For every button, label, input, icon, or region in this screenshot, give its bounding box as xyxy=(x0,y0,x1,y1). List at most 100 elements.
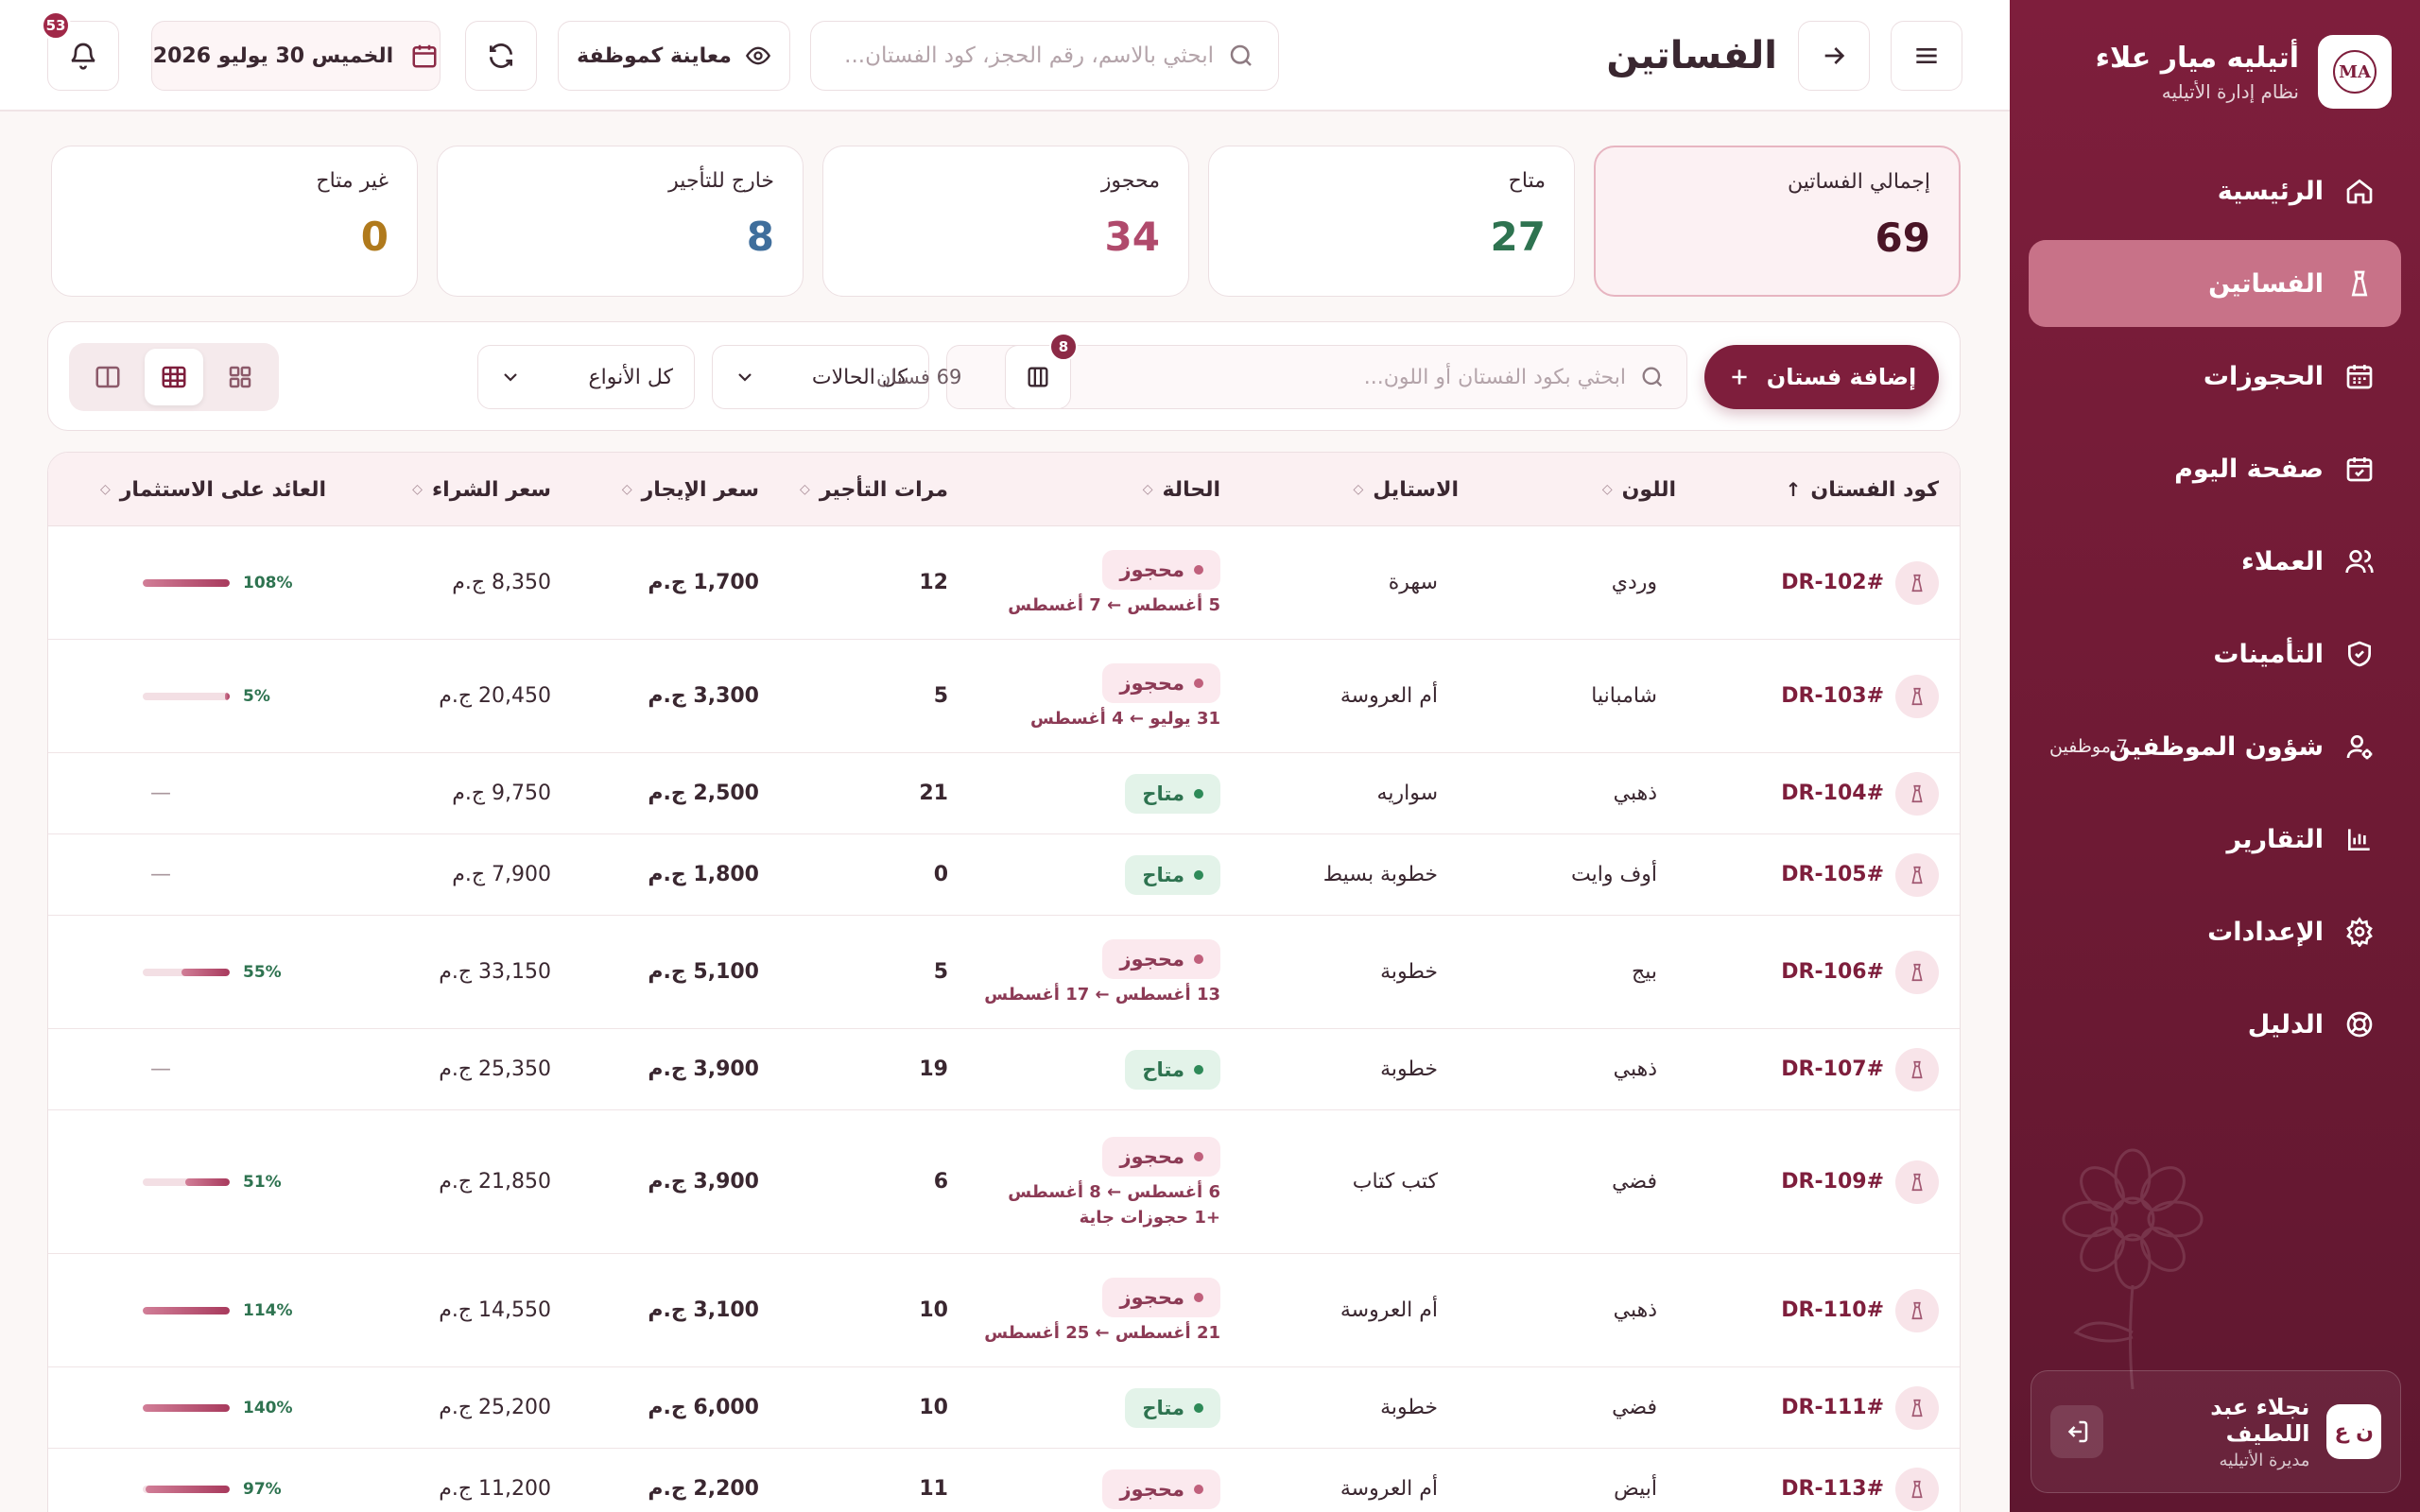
split-view-button[interactable] xyxy=(78,349,137,405)
status-dot xyxy=(1194,679,1203,688)
sidebar-item-7[interactable]: التقارير xyxy=(2029,796,2401,883)
stat-card[interactable]: غير متاح 0 xyxy=(51,146,418,297)
dress-thumbnail xyxy=(1895,950,1939,994)
style-cell: أم العروسة xyxy=(1340,1298,1438,1322)
stat-card[interactable]: خارج للتأجير 8 xyxy=(437,146,804,297)
date-label: الخميس 30 يوليو 2026 xyxy=(152,43,394,68)
sidebar-item-label: شؤون الموظفين xyxy=(2108,731,2324,762)
sidebar-item-0[interactable]: الرئيسية xyxy=(2029,147,2401,234)
preview-as-employee-button[interactable]: معاينة كموظفة xyxy=(558,21,790,91)
column-header[interactable]: سعر الإيجار ◇ xyxy=(622,453,759,526)
brand-name: أتيليه ميار علاء xyxy=(2095,41,2299,75)
color-cell: بيج xyxy=(1632,960,1657,984)
sidebar-item-9[interactable]: الدليل xyxy=(2029,981,2401,1068)
sidebar-item-3[interactable]: صفحة اليوم xyxy=(2029,425,2401,512)
column-header[interactable]: العائد على الاستثمار ◇ xyxy=(100,453,326,526)
rentals-cell: 6 xyxy=(933,1170,948,1194)
sort-icon: ◇ xyxy=(1142,482,1153,497)
purchase-price-cell: 20,450 ج.م xyxy=(439,684,551,708)
roi-empty: — xyxy=(150,863,171,886)
table-row[interactable]: #DR-111 فضي خطوبة متاح 10 6,000 ج.م 25,200 ج.م… xyxy=(48,1367,1960,1449)
status-label: محجوز xyxy=(1119,1144,1184,1168)
status-dot xyxy=(1194,869,1203,880)
dress-thumbnail xyxy=(1895,852,1939,897)
sort-icon: ◇ xyxy=(1601,482,1613,497)
forward-button[interactable] xyxy=(1798,21,1870,91)
table-body: #DR-102 وردي سهرة محجوز 5 أغسطس ← 7 أغسطس 12 1… xyxy=(48,526,1960,1512)
split-panel-icon xyxy=(95,366,120,388)
column-header[interactable]: سعر الشراء ◇ xyxy=(412,453,551,526)
search-icon xyxy=(1230,44,1252,66)
add-dress-button[interactable]: إضافة فستان xyxy=(1704,345,1939,409)
columns-button[interactable]: 8 xyxy=(1005,333,1078,409)
dress-icon xyxy=(1911,1399,1923,1417)
sidebar-item-1[interactable]: الفساتين xyxy=(2029,240,2401,327)
table-row[interactable]: #DR-106 بيج خطوبة محجوز 13 أغسطس ← 17 أغسطس 5… xyxy=(48,916,1960,1029)
refresh-button[interactable] xyxy=(465,21,537,91)
code-cell: #DR-107 xyxy=(1695,1029,1960,1109)
brand-subtitle: نظام إدارة الأتيليه xyxy=(2161,79,2299,103)
notifications-button[interactable]: 53 xyxy=(41,10,119,91)
rentals-cell: 5 xyxy=(933,960,948,984)
status-badge: محجوز xyxy=(1102,939,1220,979)
rentals-cell: 10 xyxy=(919,1298,948,1322)
status-badge: محجوز xyxy=(1102,1278,1220,1317)
stat-value: 69 xyxy=(1875,215,1930,261)
column-header-label: مرات التأجير xyxy=(819,477,948,502)
column-header-label: العائد على الاستثمار xyxy=(119,477,326,502)
sidebar-item-8[interactable]: الإعدادات xyxy=(2029,888,2401,975)
stat-card[interactable]: إجمالي الفساتين 69 xyxy=(1594,146,1961,297)
table-row[interactable]: #DR-110 ذهبي أم العروسة محجوز 21 أغسطس ← 25 … xyxy=(48,1254,1960,1367)
menu-button[interactable] xyxy=(1891,21,1962,91)
table-row[interactable]: #DR-103 شامبانيا أم العروسة محجوز 31 يوليو ←… xyxy=(48,640,1960,753)
brand[interactable]: MA أتيليه ميار علاء نظام إدارة الأتيليه xyxy=(2096,34,2392,110)
table-row[interactable]: #DR-102 وردي سهرة محجوز 5 أغسطس ← 7 أغسطس 12 1… xyxy=(48,526,1960,640)
sidebar-item-6[interactable]: شؤون الموظفين 7 موظفين xyxy=(2029,703,2401,790)
dress-icon xyxy=(1911,784,1923,802)
status-cell: محجوز 5 أغسطس ← 7 أغسطس xyxy=(975,526,1220,639)
table-view-button[interactable] xyxy=(145,349,203,405)
sidebar-item-4[interactable]: العملاء xyxy=(2029,518,2401,605)
dress-code: #DR-110 xyxy=(1781,1298,1884,1322)
status-badge: محجوز xyxy=(1102,550,1220,590)
user-gear-icon xyxy=(2346,735,2373,760)
column-header-label: اللون xyxy=(1621,477,1676,502)
color-cell: ذهبي xyxy=(1613,1057,1657,1081)
global-search-input[interactable]: ابحثي بالاسم، رقم الحجز، كود الفستان... xyxy=(810,21,1279,91)
column-header[interactable]: الاستايل ◇ xyxy=(1354,453,1459,526)
roi-cell: 5% xyxy=(143,640,270,752)
sort-asc-icon: ↑ xyxy=(1785,478,1802,501)
purchase-price-cell: 25,200 ج.م xyxy=(439,1396,551,1419)
table-row[interactable]: #DR-109 فضي كتب كتاب محجوز 6 أغسطس ← 8 أغسطس… xyxy=(48,1110,1960,1254)
column-header[interactable]: الحالة ◇ xyxy=(1143,453,1220,526)
type-filter-value: كل الأنواع xyxy=(588,365,673,389)
table-row[interactable]: #DR-104 ذهبي سواريه متاح 21 2,500 ج.م 9,750 ج.… xyxy=(48,753,1960,834)
stat-card[interactable]: محجوز 34 xyxy=(822,146,1189,297)
table-row[interactable]: #DR-113 أبيض أم العروسة محجوز 11 2,200 ج.م 11,… xyxy=(48,1449,1960,1512)
rent-price-cell: 1,800 ج.م xyxy=(648,863,759,886)
status-label: متاح xyxy=(1142,782,1184,805)
roi-cell: 140% xyxy=(143,1367,293,1448)
status-dot xyxy=(1194,1151,1203,1161)
style-cell: خطوبة xyxy=(1380,1396,1438,1419)
sidebar-item-2[interactable]: الحجوزات xyxy=(2029,333,2401,420)
color-cell: وردي xyxy=(1611,571,1657,594)
dress-code: #DR-109 xyxy=(1781,1170,1884,1194)
date-button[interactable]: الخميس 30 يوليو 2026 xyxy=(151,21,441,91)
sidebar-item-5[interactable]: التأمينات xyxy=(2029,610,2401,697)
code-cell: #DR-110 xyxy=(1695,1254,1960,1366)
column-header[interactable]: مرات التأجير ◇ xyxy=(800,453,948,526)
dress-code: #DR-104 xyxy=(1781,782,1884,805)
type-filter-select[interactable]: كل الأنواع xyxy=(477,345,695,409)
color-cell: فضي xyxy=(1612,1170,1657,1194)
sidebar-item-label: الإعدادات xyxy=(2207,917,2324,947)
column-header[interactable]: كود الفستان ↑ xyxy=(1786,453,1939,526)
grid-view-button[interactable] xyxy=(211,349,269,405)
rent-price-cell: 3,100 ج.م xyxy=(648,1298,759,1322)
stat-card[interactable]: متاح 27 xyxy=(1208,146,1575,297)
user-role: مديرة الأتيليه xyxy=(2219,1450,2310,1470)
logout-button[interactable] xyxy=(2050,1405,2103,1458)
table-row[interactable]: #DR-105 أوف وايت خطوبة بسيط متاح 0 1,800 ج.م 7… xyxy=(48,834,1960,916)
column-header[interactable]: اللون ◇ xyxy=(1602,453,1676,526)
table-row[interactable]: #DR-107 ذهبي خطوبة متاح 19 3,900 ج.م 25,350 ج.… xyxy=(48,1029,1960,1110)
